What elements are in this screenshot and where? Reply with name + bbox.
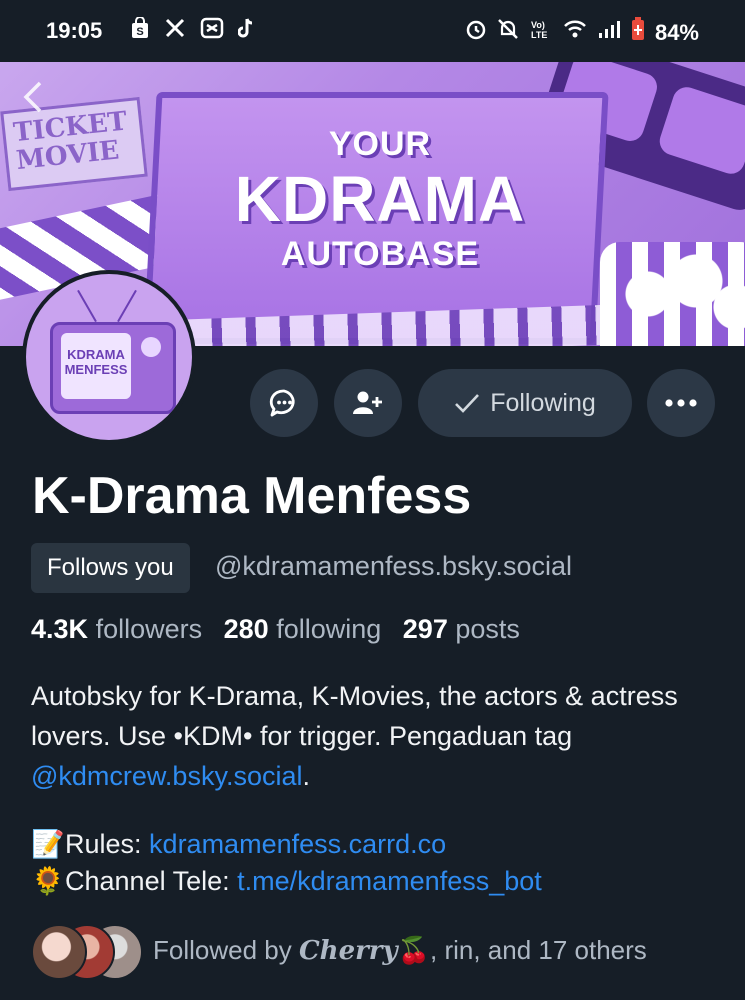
svg-text:Vo): Vo) — [531, 20, 545, 30]
status-left-icons: S — [130, 16, 254, 46]
x-app-icon — [164, 17, 186, 46]
following-button[interactable]: Following — [418, 369, 632, 437]
message-button[interactable] — [250, 369, 318, 437]
sunflower-icon: 🌻 — [31, 866, 65, 896]
followers-count: 4.3K — [31, 614, 89, 644]
followed-by-rest: , rin, and 17 others — [430, 935, 647, 965]
rules-label: Rules: — [65, 829, 150, 859]
banner-popcorn — [600, 242, 745, 346]
tele-label: Channel Tele: — [65, 866, 238, 896]
avatar-image: KDRAMA MENFESS — [26, 274, 192, 440]
rules-link[interactable]: kdramamenfess.carrd.co — [149, 829, 446, 859]
banner-title: YOUR KDRAMA AUTOBASE — [190, 124, 570, 274]
avatar-tv: KDRAMA MENFESS — [50, 322, 176, 414]
capcut-icon — [200, 17, 224, 46]
chat-bubble-icon — [268, 387, 300, 419]
add-user-button[interactable] — [334, 369, 402, 437]
avatar-tv-knob — [141, 337, 161, 357]
following-count: 280 — [223, 614, 269, 644]
followed-by-avatars[interactable] — [31, 924, 143, 982]
svg-text:S: S — [136, 26, 143, 38]
tele-link[interactable]: t.me/kdramamenfess_bot — [237, 866, 542, 896]
status-right-icons: Vo) LTE 84% — [465, 17, 699, 48]
shopping-bag-icon: S — [130, 16, 150, 46]
status-time: 19:05 — [46, 18, 103, 43]
display-name: K-Drama Menfess — [32, 467, 472, 525]
bio-links: 📝Rules: kdramamenfess.carrd.co 🌻Channel … — [31, 826, 542, 900]
checkmark-icon — [454, 392, 480, 414]
tele-line: 🌻Channel Tele: t.me/kdramamenfess_bot — [31, 863, 542, 900]
mute-icon — [497, 18, 519, 47]
banner-title-line1: YOUR — [328, 125, 432, 163]
status-bar: 19:05 S Vo) LTE 84% — [0, 0, 745, 62]
follows-you-badge: Follows you — [31, 543, 190, 593]
posts-count: 297 — [402, 614, 448, 644]
banner-title-line3: AUTOBASE — [280, 235, 480, 273]
bio-end: . — [302, 761, 310, 791]
back-arrow-icon[interactable] — [22, 80, 44, 123]
ellipsis-icon — [665, 399, 697, 407]
followed-by-prefix: Followed by — [153, 935, 299, 965]
followed-by-name1: Cherry — [298, 936, 398, 966]
following-label: following — [276, 614, 382, 644]
more-options-button[interactable] — [647, 369, 715, 437]
bio-mention-link[interactable]: @kdmcrew.bsky.social — [31, 761, 302, 791]
cherry-icon: 🍒 — [397, 935, 430, 965]
following-stat[interactable]: 280 following — [224, 614, 382, 644]
signal-icon — [597, 19, 621, 46]
banner-title-line2: KDRAMA — [234, 163, 526, 235]
profile-stats: 4.3K followers 280 following 297 posts — [31, 614, 520, 645]
profile-handle: @kdramamenfess.bsky.social — [215, 551, 573, 581]
person-plus-icon — [353, 390, 383, 416]
battery-level: 84% — [654, 19, 699, 45]
wifi-icon — [563, 19, 587, 46]
alarm-icon — [465, 18, 487, 47]
following-button-label: Following — [490, 388, 596, 417]
avatar-antenna-right — [117, 289, 137, 323]
follower-avatar — [31, 924, 87, 980]
profile-avatar[interactable]: KDRAMA MENFESS — [22, 270, 196, 444]
avatar-logo-text: KDRAMA MENFESS — [61, 333, 131, 399]
followed-by-text[interactable]: Followed by Cherry🍒, rin, and 17 others — [153, 935, 647, 966]
avatar-antenna-left — [77, 289, 97, 323]
followers-label: followers — [95, 614, 203, 644]
followers-stat[interactable]: 4.3K followers — [31, 614, 202, 644]
profile-bio: Autobsky for K-Drama, K-Movies, the acto… — [31, 676, 721, 796]
posts-stat: 297 posts — [403, 614, 520, 644]
volte-icon: Vo) LTE — [529, 18, 553, 47]
bio-text: Autobsky for K-Drama, K-Movies, the acto… — [31, 681, 678, 751]
rules-line: 📝Rules: kdramamenfess.carrd.co — [31, 826, 542, 863]
posts-label: posts — [455, 614, 520, 644]
tiktok-icon — [237, 17, 254, 46]
battery-icon — [631, 17, 645, 48]
memo-icon: 📝 — [31, 829, 65, 859]
svg-text:LTE: LTE — [531, 30, 547, 40]
